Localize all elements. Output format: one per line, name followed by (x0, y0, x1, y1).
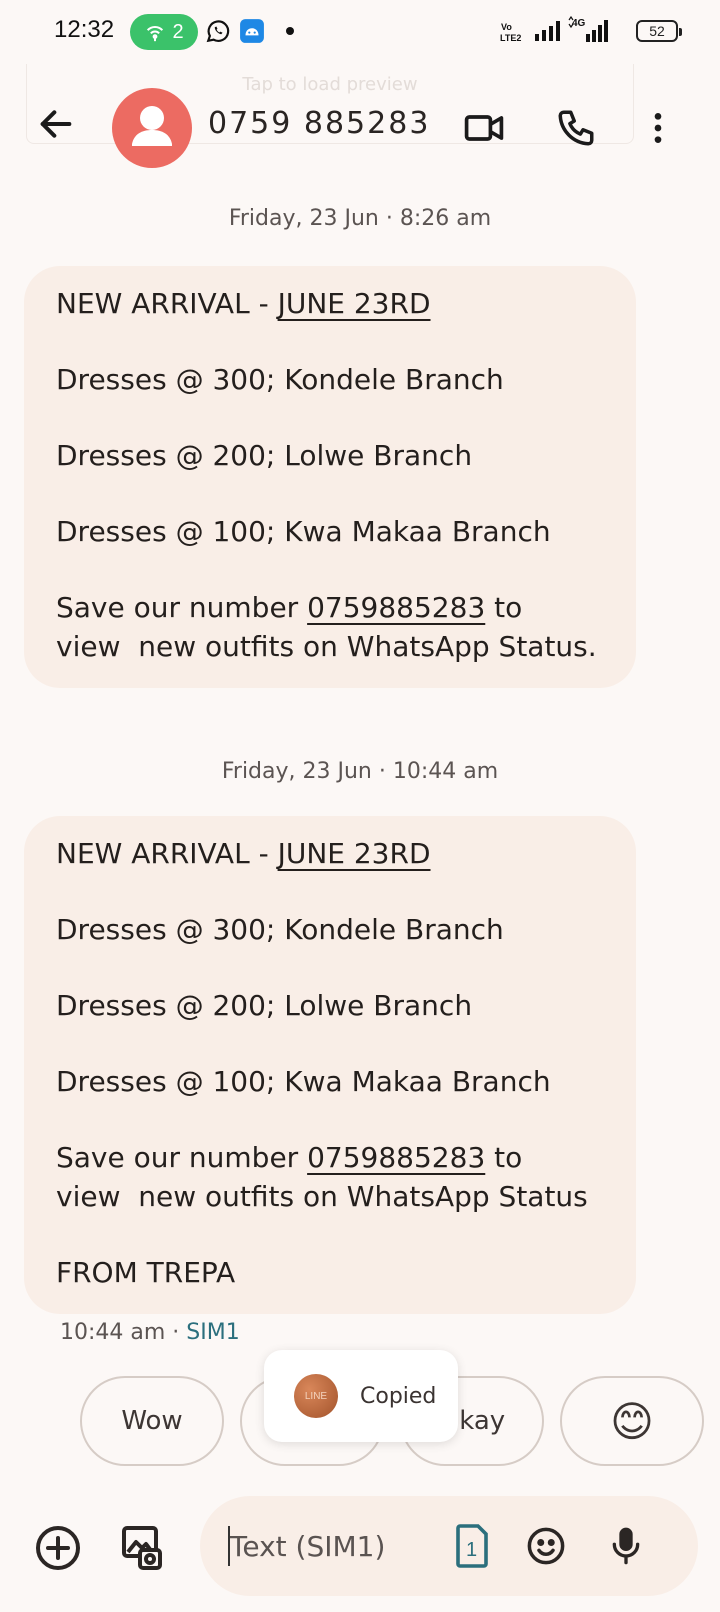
message-save-line: Save our number 0759885283 to view new o… (56, 1138, 606, 1216)
sim-card-icon: 1 (456, 1524, 488, 1568)
status-bar: 12:32 2 Vo LTE2 4G 52 (0, 0, 720, 64)
toast-text: Copied (360, 1383, 437, 1409)
4g-signal-icon: 4G (568, 16, 608, 42)
phone-call-icon (558, 110, 594, 146)
battery-icon: 52 (636, 20, 682, 42)
conversation-header: 0759 885283 (0, 80, 720, 176)
message-signature: FROM TREPA (56, 1256, 236, 1289)
smart-reply-emoji[interactable]: 😊 (560, 1376, 704, 1466)
date-link[interactable]: JUNE 23RD (278, 287, 431, 320)
message-title: NEW ARRIVAL - JUNE 23RD (56, 834, 606, 873)
message-title: NEW ARRIVAL - JUNE 23RD (56, 284, 606, 323)
emoji-icon (527, 1527, 565, 1565)
message-composer[interactable]: 1 (200, 1496, 698, 1596)
whatsapp-icon (206, 20, 230, 43)
dot-icon (286, 27, 294, 35)
video-call-icon (464, 115, 504, 141)
more-options-icon (654, 113, 662, 143)
smart-reply-wow[interactable]: Wow (80, 1376, 224, 1466)
message-line: Dresses @ 300; Kondele Branch (56, 913, 504, 946)
more-options-button[interactable] (634, 104, 682, 152)
message-time: 10:44 am · (60, 1320, 187, 1345)
message-line: Dresses @ 100; Kwa Makaa Branch (56, 515, 551, 548)
svg-text:4G: 4G (572, 18, 586, 29)
battery-level: 52 (649, 23, 665, 39)
contact-avatar-icon (132, 106, 172, 146)
sim-selector-button[interactable]: 1 (446, 1522, 494, 1570)
message-bubble[interactable]: NEW ARRIVAL - JUNE 23RD Dresses @ 300; K… (24, 816, 636, 1314)
hotspot-pill[interactable]: 2 (130, 14, 198, 50)
microphone-icon (612, 1527, 640, 1565)
emoji-button[interactable] (522, 1522, 570, 1570)
hotspot-icon (147, 26, 164, 42)
phone-number-link[interactable]: 0759885283 (307, 1141, 485, 1174)
phone-call-button[interactable] (552, 104, 600, 152)
copied-toast: LINE Copied (264, 1350, 458, 1442)
app-notification-icon (240, 19, 264, 43)
message-bubble[interactable]: NEW ARRIVAL - JUNE 23RD Dresses @ 300; K… (24, 266, 636, 688)
date-separator: Friday, 23 Jun · 10:44 am (221, 759, 499, 784)
line-app-label: LINE (304, 1390, 328, 1402)
date-separator: Friday, 23 Jun · 8:26 am (228, 206, 492, 231)
signal-icon (535, 21, 560, 41)
voice-input-button[interactable] (602, 1522, 650, 1570)
back-arrow-icon[interactable] (36, 104, 76, 144)
save-prefix: Save our number (56, 591, 308, 624)
message-input[interactable] (230, 1524, 430, 1568)
status-time: 12:32 (54, 16, 115, 43)
message-meta: 10:44 am · SIM1 (60, 1320, 240, 1345)
message-line: Dresses @ 200; Lolwe Branch (56, 439, 473, 472)
title-prefix: NEW ARRIVAL - (56, 287, 278, 320)
message-line: Dresses @ 100; Kwa Makaa Branch (56, 1065, 551, 1098)
conversation-title[interactable]: 0759 885283 (208, 106, 430, 141)
sim-badge: 1 (466, 1539, 477, 1561)
contact-avatar[interactable] (112, 88, 192, 168)
phone-number-link[interactable]: 0759885283 (307, 591, 485, 624)
message-save-line: Save our number 0759885283 to view new o… (56, 588, 606, 666)
line-app-icon: LINE (294, 1374, 338, 1418)
gallery-icon[interactable] (116, 1524, 164, 1572)
message-sim: SIM1 (186, 1320, 240, 1345)
svg-text:Vo: Vo (501, 22, 512, 32)
svg-text:LTE2: LTE2 (500, 33, 521, 43)
video-call-button[interactable] (460, 104, 508, 152)
date-link[interactable]: JUNE 23RD (278, 837, 431, 870)
hotspot-count: 2 (172, 20, 184, 43)
save-prefix: Save our number (56, 1141, 308, 1174)
add-icon[interactable] (34, 1524, 82, 1572)
title-prefix: NEW ARRIVAL - (56, 837, 278, 870)
message-line: Dresses @ 200; Lolwe Branch (56, 989, 473, 1022)
volte-icon: VoLTE2 (500, 22, 521, 43)
message-line: Dresses @ 300; Kondele Branch (56, 363, 504, 396)
